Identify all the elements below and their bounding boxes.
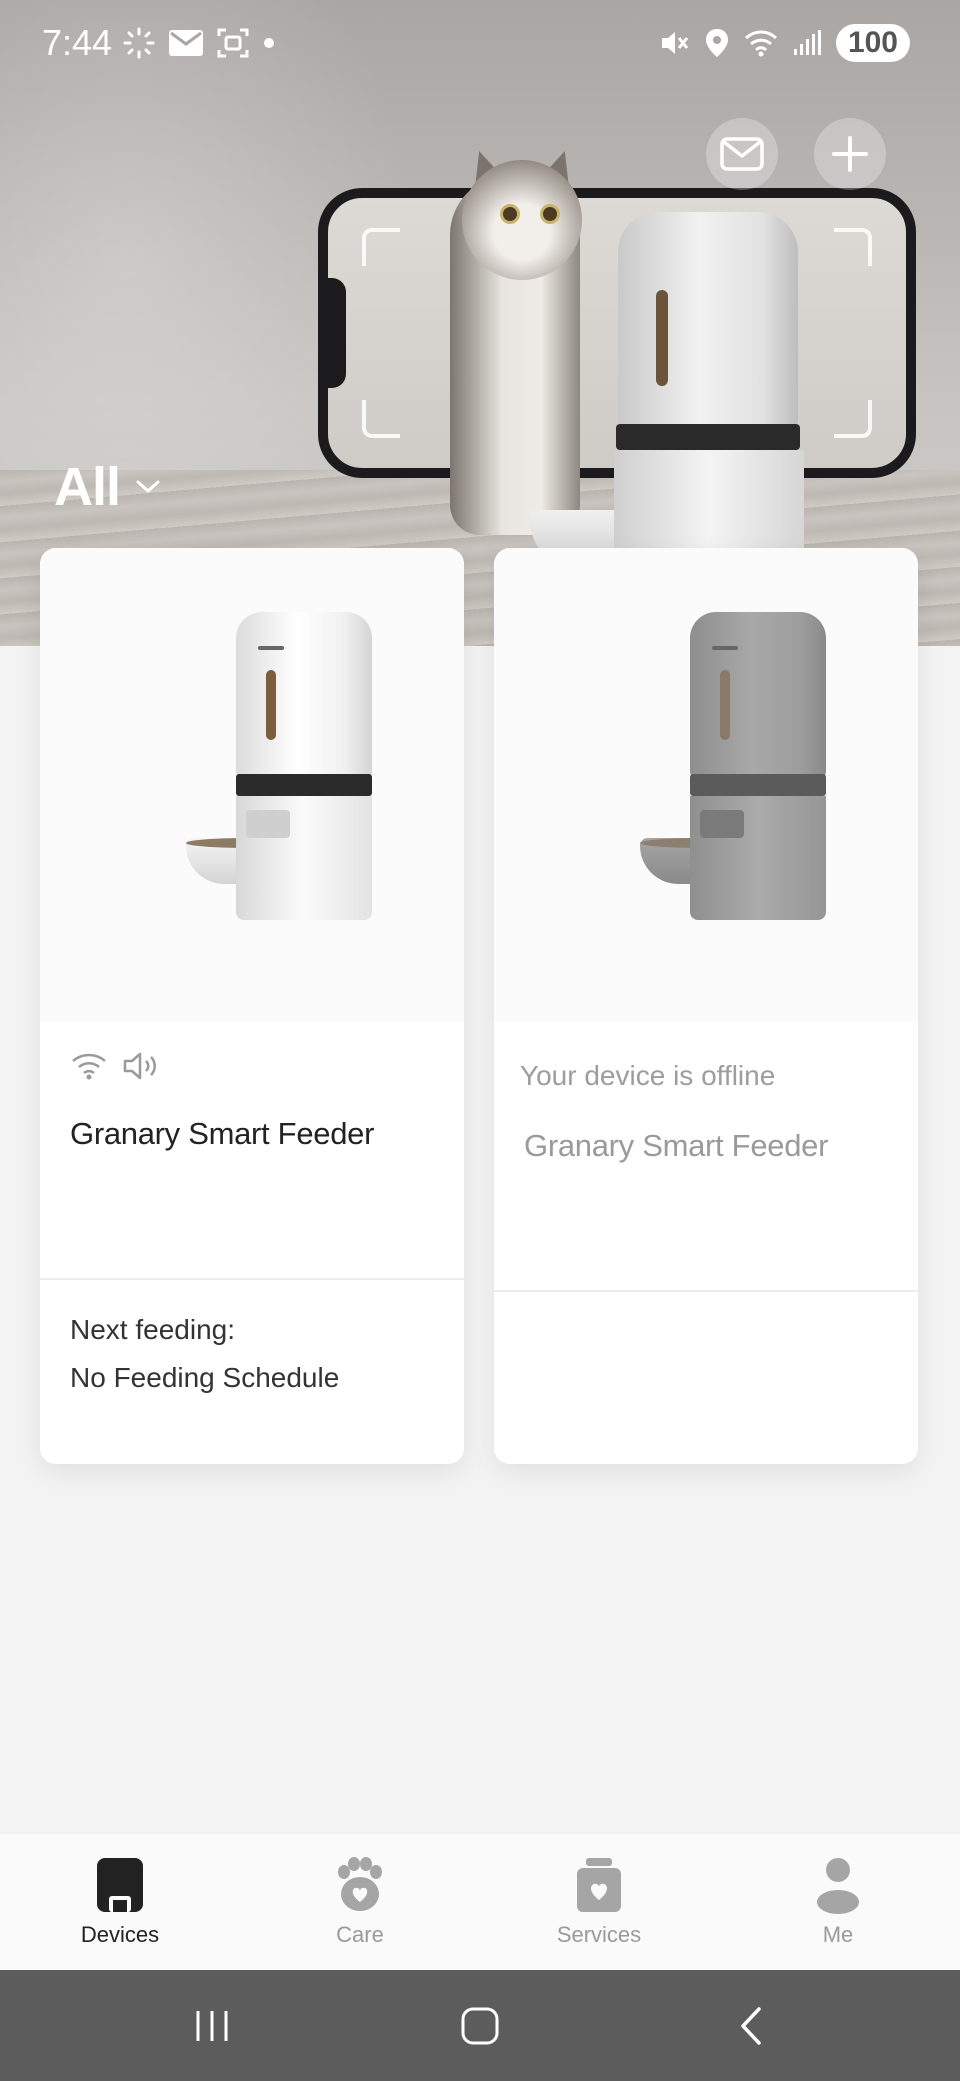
tab-me[interactable]: Me [738, 1854, 938, 1964]
tab-label: Devices [80, 1922, 160, 1947]
scan-corner [834, 228, 872, 266]
feeder-hopper [690, 612, 826, 776]
feeder-slot [700, 810, 744, 838]
device-status-icons [70, 1050, 162, 1082]
app-screen: All 7:44 100 Granary Smart Feeder Next f… [0, 0, 960, 2081]
scan-corner [362, 400, 400, 438]
status-time: 7:44 [42, 22, 113, 63]
feeder-illustration [494, 548, 918, 1022]
notification-dot-icon [264, 38, 274, 48]
home-button[interactable] [458, 2004, 502, 2048]
tab-services[interactable]: Services [499, 1854, 699, 1964]
messages-button[interactable] [706, 118, 778, 190]
devices-icon [92, 1854, 148, 1916]
feeder-band [236, 774, 372, 796]
scan-corner [834, 400, 872, 438]
hero-feeder [618, 212, 798, 426]
feeder-band [690, 774, 826, 796]
wifi-icon [744, 30, 777, 57]
feeder-logo [712, 646, 738, 650]
device-name: Granary Smart Feeder [524, 1128, 829, 1163]
status-bar: 7:44 100 [0, 0, 960, 90]
phone-notch [322, 278, 346, 388]
tab-label: Services [556, 1922, 642, 1947]
feeder-illustration [40, 548, 464, 1022]
screenshot-icon [217, 28, 249, 58]
system-nav-bar [0, 1970, 960, 2081]
device-filter-dropdown[interactable]: All [54, 456, 160, 518]
device-card[interactable]: Granary Smart Feeder Next feeding: No Fe… [40, 548, 464, 1464]
paw-icon [332, 1854, 388, 1916]
home-icon [461, 2007, 499, 2045]
add-device-button[interactable] [814, 118, 886, 190]
feeder-window [266, 670, 276, 740]
card-divider [494, 1290, 918, 1292]
back-icon [741, 2007, 761, 2045]
hero-feeder-window [656, 290, 668, 386]
tab-label: Me [822, 1922, 854, 1947]
status-right-icons: 100 [658, 24, 910, 62]
cat-head [462, 160, 582, 280]
tab-label: Care [336, 1922, 384, 1947]
recent-apps-icon [196, 2011, 228, 2041]
person-icon [810, 1854, 866, 1916]
feeder-logo [258, 646, 284, 650]
sync-icon [123, 27, 155, 59]
chevron-down-icon [136, 480, 160, 493]
mail-icon [720, 137, 764, 171]
feeder-hopper [236, 612, 372, 776]
hero-feeder-band [616, 424, 800, 450]
location-icon [705, 29, 728, 57]
offline-message: Your device is offline [520, 1060, 776, 1091]
tab-care[interactable]: Care [260, 1854, 460, 1964]
feeder-slot [246, 810, 290, 838]
recent-apps-button[interactable] [192, 2004, 232, 2048]
scan-corner [362, 228, 400, 266]
wifi-icon [72, 1053, 106, 1080]
device-image [494, 548, 918, 1022]
bottom-tab-bar: Devices Care Services Me [0, 1834, 960, 1970]
plus-icon [832, 136, 868, 172]
signal-icon [793, 30, 821, 55]
tab-devices[interactable]: Devices [20, 1854, 220, 1964]
next-feeding-value: No Feeding Schedule [70, 1362, 340, 1393]
back-button[interactable] [734, 2004, 768, 2048]
services-icon [571, 1854, 627, 1916]
cat-eye [540, 204, 560, 224]
device-card-offline[interactable]: Your device is offline Granary Smart Fee… [494, 548, 918, 1464]
mute-icon [661, 32, 689, 54]
cat-eye [500, 204, 520, 224]
device-image [40, 548, 464, 1022]
device-name: Granary Smart Feeder [70, 1116, 375, 1151]
card-divider [40, 1278, 464, 1280]
next-feeding-label: Next feeding: [70, 1314, 235, 1345]
battery-level: 100 [835, 24, 910, 62]
filter-label: All [54, 457, 121, 517]
speaker-icon [123, 1052, 156, 1080]
feeder-window [720, 670, 730, 740]
status-left-icons [122, 26, 276, 60]
email-icon [169, 30, 203, 56]
